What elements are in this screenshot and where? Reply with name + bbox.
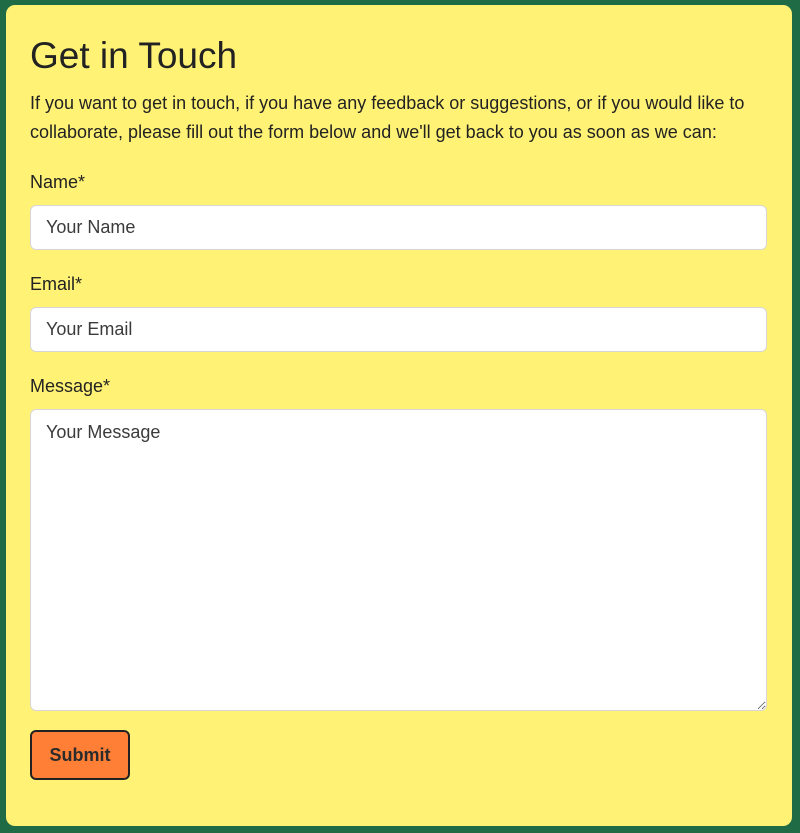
intro-text: If you want to get in touch, if you have… [30,93,745,142]
name-input[interactable] [30,205,767,250]
page-title: Get in Touch [30,35,238,76]
contact-form: Name* Email* Message* Submit [30,171,768,780]
email-input[interactable] [30,307,767,352]
contact-card: Get in Touch If you want to get in touch… [6,5,792,826]
email-label: Email* [30,274,83,294]
name-label: Name* [30,172,86,192]
submit-button[interactable]: Submit [30,730,130,780]
message-textarea[interactable] [30,409,767,711]
message-label: Message* [30,376,111,396]
